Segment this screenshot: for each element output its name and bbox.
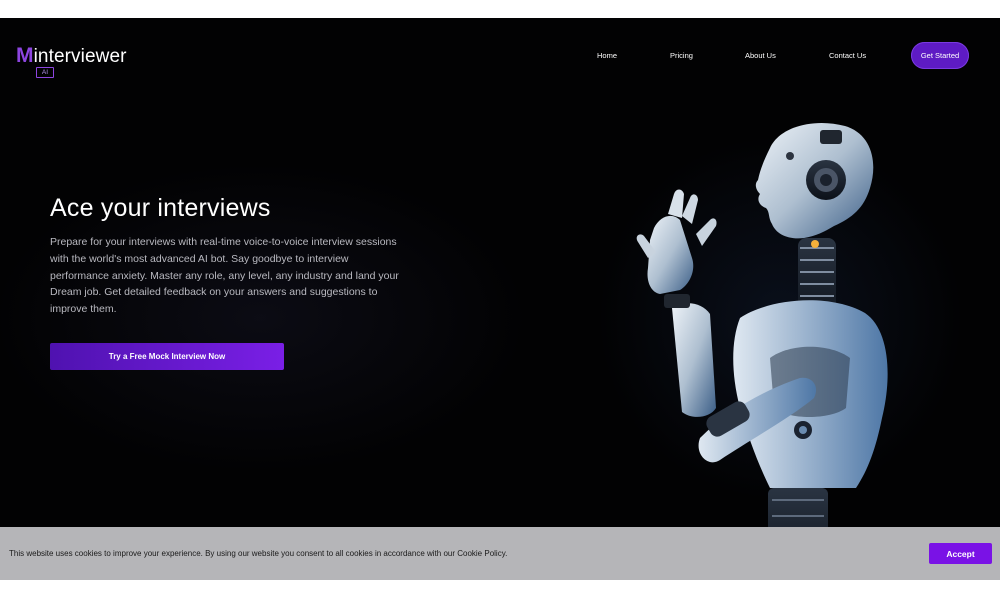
cookie-accept-button[interactable]: Accept bbox=[929, 543, 992, 564]
cookie-consent-text: This website uses cookies to improve you… bbox=[9, 549, 508, 558]
get-started-button[interactable]: Get Started bbox=[911, 42, 969, 69]
nav-link-about-us[interactable]: About Us bbox=[745, 51, 776, 60]
logo-letter: M bbox=[16, 44, 34, 67]
nav-link-contact-us[interactable]: Contact Us bbox=[829, 51, 866, 60]
hero-description: Prepare for your interviews with real-ti… bbox=[50, 236, 399, 316]
hero-title: Ace your interviews bbox=[50, 194, 271, 222]
hero-section: Minterviewer AI Home Pricing About Us Co… bbox=[0, 18, 1000, 580]
logo-wordmark: Minterviewer bbox=[16, 44, 127, 67]
robot-illustration bbox=[636, 122, 888, 580]
logo-ai-badge: AI bbox=[36, 67, 54, 78]
nav-link-pricing[interactable]: Pricing bbox=[670, 51, 693, 60]
nav-link-home[interactable]: Home bbox=[597, 51, 617, 60]
cookie-consent-banner: This website uses cookies to improve you… bbox=[0, 527, 1000, 580]
top-whitespace bbox=[0, 0, 1000, 18]
brand-logo[interactable]: Minterviewer AI bbox=[16, 44, 127, 78]
bottom-whitespace bbox=[0, 580, 1000, 600]
logo-name: interviewer bbox=[33, 46, 127, 67]
free-mock-interview-button[interactable]: Try a Free Mock Interview Now bbox=[50, 343, 284, 370]
